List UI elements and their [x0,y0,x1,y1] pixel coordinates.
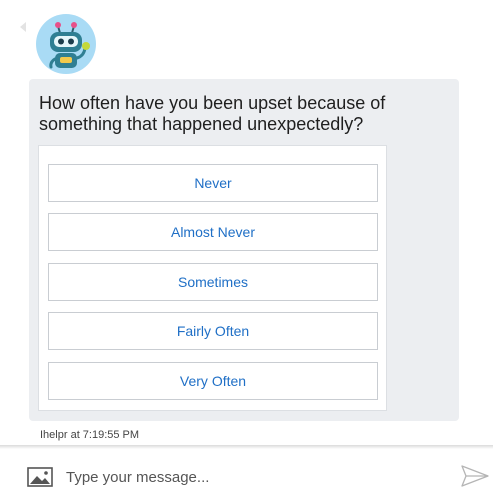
chat-window: How often have you been upset because of… [0,0,493,499]
option-button-very-often[interactable]: Very Often [48,362,378,400]
image-icon[interactable] [27,467,53,487]
robot-avatar-icon [36,14,96,74]
chevron-left-icon[interactable] [20,22,26,32]
option-button-fairly-often[interactable]: Fairly Often [48,312,378,350]
message-timestamp: Ihelpr at 7:19:55 PM [40,429,140,441]
option-button-sometimes[interactable]: Sometimes [48,263,378,301]
option-button-never[interactable]: Never [48,164,378,202]
send-button[interactable] [460,463,490,489]
send-icon [461,465,489,487]
question-text: How often have you been upset because of… [39,93,386,134]
options-card: Never Almost Never Sometimes Fairly Ofte… [38,145,387,411]
composer-divider [0,445,493,449]
option-button-almost-never[interactable]: Almost Never [48,213,378,251]
bot-message-bubble: How often have you been upset because of… [29,79,459,421]
message-input[interactable] [66,463,436,491]
message-composer [0,445,493,499]
